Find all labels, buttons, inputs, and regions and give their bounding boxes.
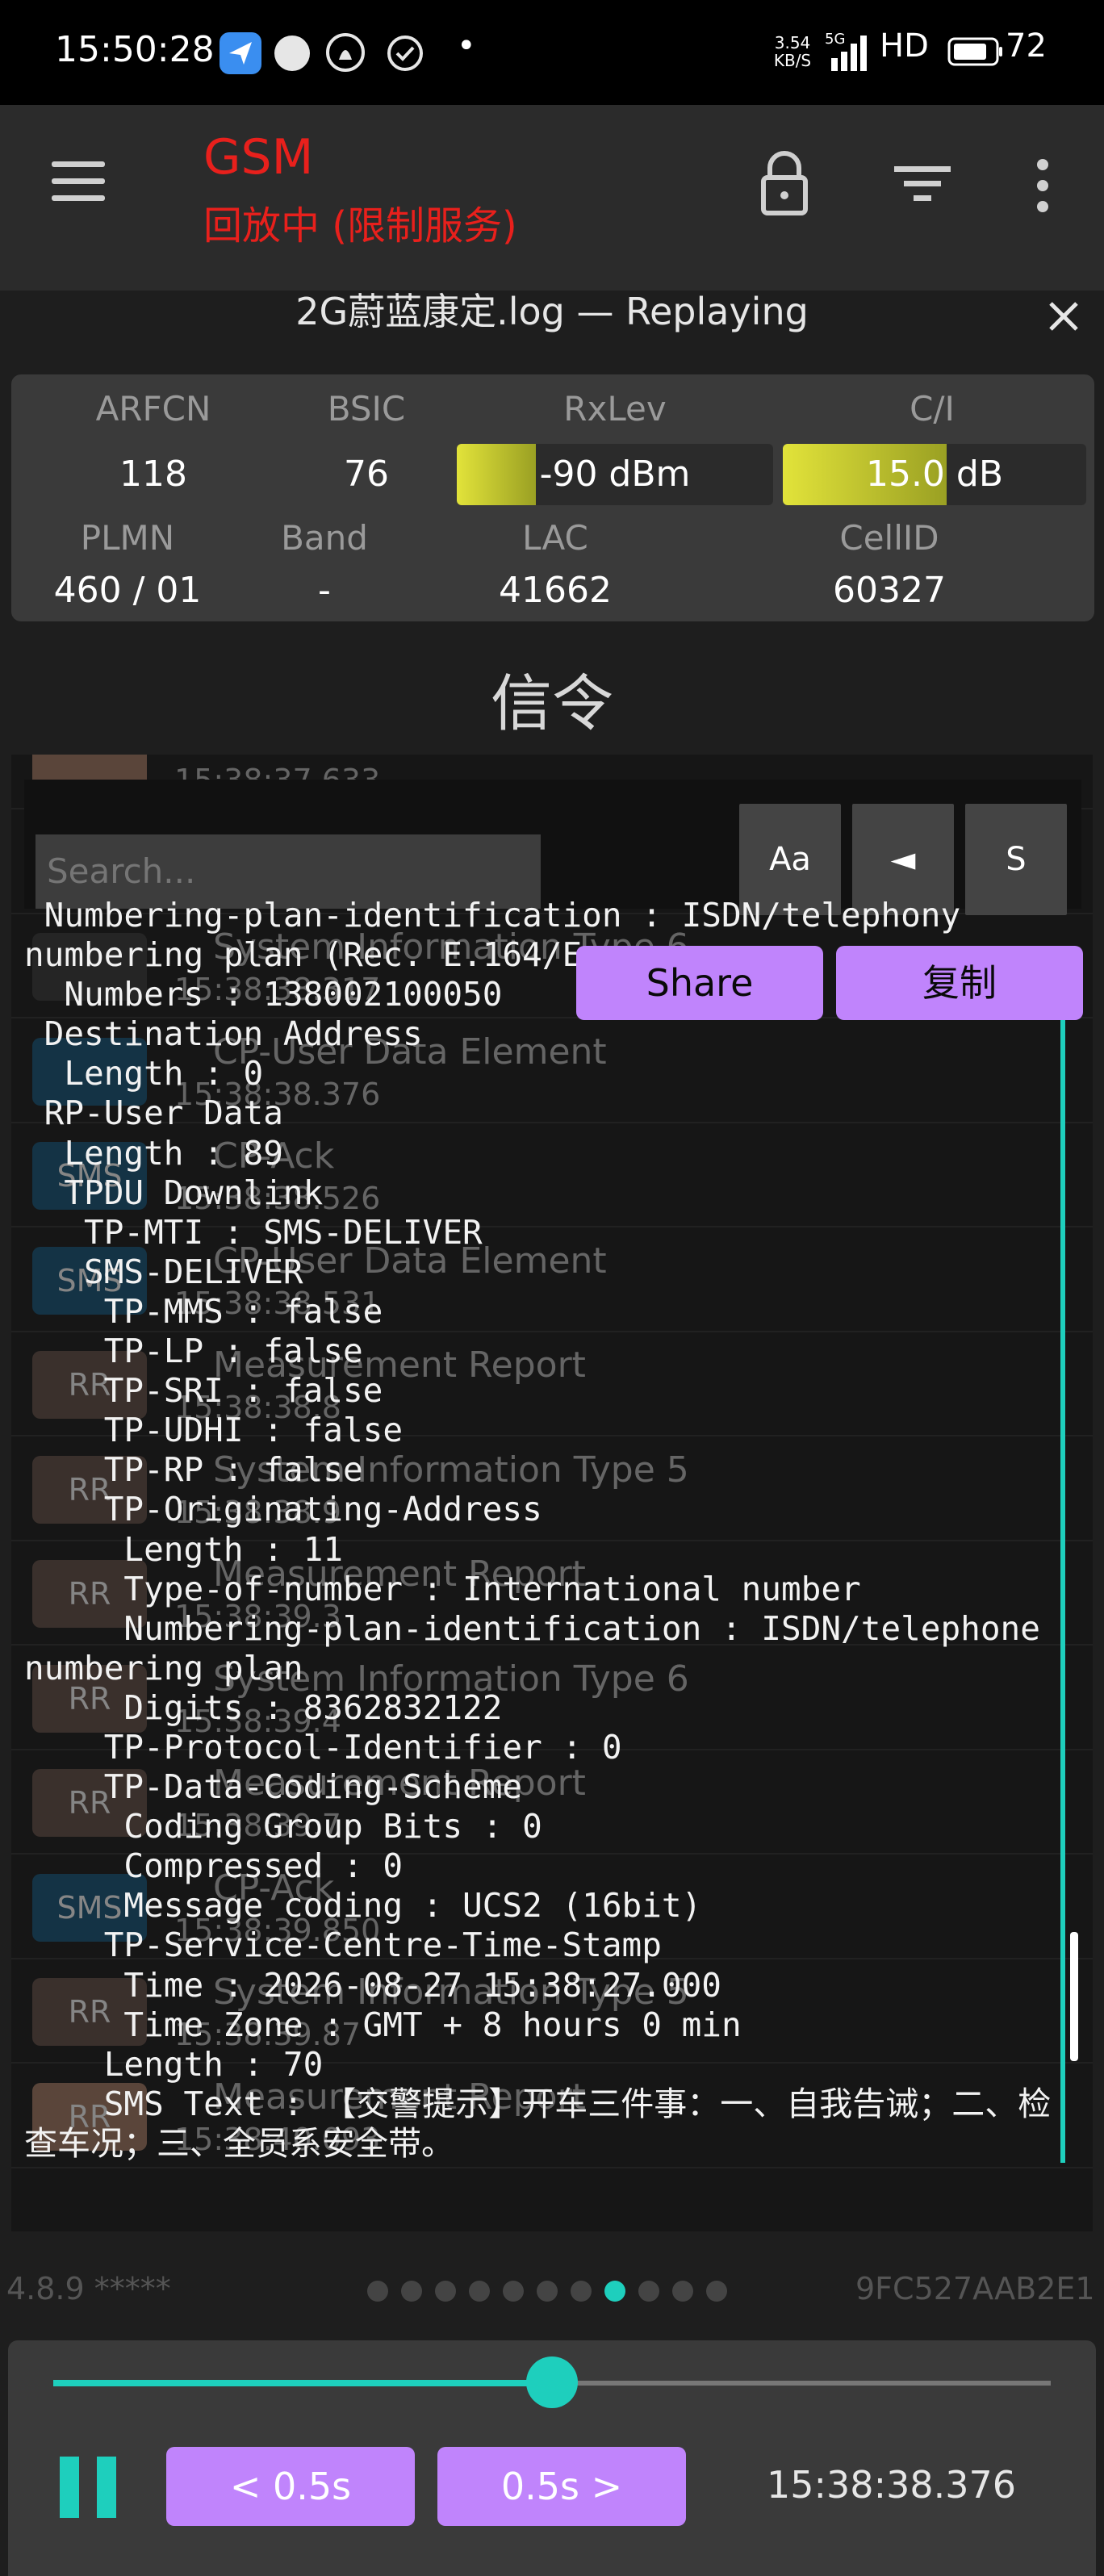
menu-icon[interactable]	[52, 161, 105, 202]
net-speed-unit: KB/S	[773, 51, 812, 70]
copy-button[interactable]: 复制	[836, 946, 1083, 1020]
lock-icon[interactable]	[760, 148, 809, 216]
net-speed-value: 3.54	[774, 33, 811, 52]
page-dot[interactable]	[435, 2281, 456, 2302]
detail-line: Type-of-number : International number	[24, 1569, 861, 1608]
scrollbar-thumb[interactable]	[1070, 1932, 1078, 2061]
status-bar: 15:50:28 • 3.54 KB/S 5G HD 72	[0, 0, 1104, 105]
detail-line: SMS Text : 【交警提示】开车三件事：一、自我告诫；二、检	[24, 2084, 1052, 2123]
detail-line: Numbering-plan-identification : ISDN/tel…	[24, 1608, 1040, 1648]
detail-line: Length : 89	[24, 1133, 283, 1173]
detail-line: TP-Service-Centre-Time-Stamp	[24, 1926, 662, 1965]
app-title: GSM	[203, 129, 314, 186]
rxlev-meter: -90 dBm	[457, 444, 773, 505]
detail-line: TP-LP : false	[24, 1332, 363, 1371]
lac-value: 41662	[499, 570, 612, 611]
detail-line: SMS-DELIVER	[24, 1252, 303, 1291]
detail-line: Time : 2026-08-27 15:38:27.000	[24, 1965, 721, 2005]
seek-progress	[53, 2380, 552, 2386]
bsic-value: 76	[344, 454, 389, 495]
seek-knob[interactable]	[526, 2356, 578, 2408]
step-back-button[interactable]: < 0.5s	[166, 2447, 415, 2526]
detail-line: numbering plan	[24, 1648, 303, 1687]
detail-line: Digits : 8362832122	[24, 1687, 503, 1727]
rxlev-label: RxLev	[563, 389, 667, 429]
pause-icon[interactable]	[60, 2457, 116, 2518]
network-type: 5G	[825, 31, 846, 48]
detail-line: Message coding : UCS2 (16bit)	[24, 1886, 702, 1926]
device-hash: 9FC527AAB2E1	[855, 2271, 1095, 2306]
detail-line: Length : 70	[24, 2044, 324, 2084]
message-bubble-icon	[274, 36, 310, 71]
detail-line: RP-User Data	[24, 1094, 283, 1133]
page-dot[interactable]	[367, 2281, 388, 2302]
detail-line: Compressed : 0	[24, 1846, 403, 1886]
app-version: 4.8.9 *****	[6, 2271, 171, 2306]
detail-line: TPDU Downlink	[24, 1173, 324, 1212]
selection-handle-bar[interactable]	[1060, 1020, 1065, 2163]
status-time: 15:50:28	[55, 29, 215, 70]
playback-time: 15:38:38.376	[767, 2463, 1017, 2507]
detail-line: Length : 0	[24, 1054, 264, 1094]
hd-indicator: HD	[880, 27, 929, 65]
signal-icon: 5G	[825, 31, 870, 73]
detail-line: TP-RP : false	[24, 1450, 363, 1490]
rxlev-value: -90 dBm	[539, 454, 691, 495]
battery-icon	[947, 37, 1004, 66]
detail-line: TP-MMS : false	[24, 1291, 383, 1331]
detail-line: 查车况；三、全员系安全带。	[24, 2123, 454, 2163]
detail-line: Destination Address	[24, 1014, 423, 1054]
battery-percent: 72	[1006, 27, 1047, 65]
detail-line: TP-UDHI : false	[24, 1411, 403, 1450]
page-dot[interactable]	[503, 2281, 524, 2302]
message-detail-text: Numbering-plan-identification : ISDN/tel…	[24, 896, 1073, 2163]
page-dot[interactable]	[537, 2281, 558, 2302]
step-forward-button[interactable]: 0.5s >	[437, 2447, 686, 2526]
signaling-section-title: 信令	[491, 667, 613, 739]
cellid-label: CellID	[839, 518, 939, 558]
detail-line: TP-Protocol-Identifier : 0	[24, 1727, 622, 1767]
band-value: -	[318, 570, 331, 611]
detail-line: TP-MTI : SMS-DELIVER	[24, 1212, 483, 1252]
detail-line: Time Zone : GMT + 8 hours 0 min	[24, 2005, 742, 2044]
plmn-value: 460 / 01	[53, 570, 202, 611]
share-button[interactable]: Share	[576, 946, 823, 1020]
arfcn-value: 118	[119, 454, 187, 495]
detail-line: TP-Originating-Address	[24, 1490, 542, 1529]
filter-icon[interactable]	[894, 165, 951, 203]
cellid-value: 60327	[833, 570, 946, 611]
detail-line: Length : 11	[24, 1529, 343, 1569]
net-speed: 3.54 KB/S	[768, 34, 817, 69]
detail-line: Numbering-plan-identification : ISDN/tel…	[24, 896, 961, 935]
replay-title: 2G蔚蓝康定.log — Replaying	[295, 290, 809, 333]
page-dot[interactable]	[672, 2281, 693, 2302]
arfcn-label: ARFCN	[95, 389, 211, 429]
navigation-app-icon	[220, 32, 261, 74]
detail-line: TP-SRI : false	[24, 1371, 383, 1411]
page-dot[interactable]	[571, 2281, 592, 2302]
check-circle-icon	[386, 34, 424, 73]
plmn-label: PLMN	[80, 518, 175, 558]
status-dot: •	[457, 27, 476, 65]
close-icon[interactable]	[1039, 292, 1088, 341]
page-dot[interactable]	[469, 2281, 490, 2302]
page-dot[interactable]	[706, 2281, 727, 2302]
page-dot[interactable]	[638, 2281, 659, 2302]
more-options-icon[interactable]	[1033, 158, 1052, 213]
page-dot[interactable]	[401, 2281, 422, 2302]
notification-app-icon	[326, 32, 365, 73]
app-subtitle: 回放中 (限制服务)	[203, 203, 517, 249]
detail-line: TP-Data-Coding-Scheme	[24, 1767, 523, 1807]
band-label: Band	[281, 518, 368, 558]
ci-value: 15.0 dB	[865, 454, 1004, 495]
ci-meter: 15.0 dB	[783, 444, 1086, 505]
detail-line: Coding Group Bits : 0	[24, 1807, 542, 1846]
page-dot-active[interactable]	[604, 2281, 625, 2302]
bsic-label: BSIC	[327, 389, 406, 429]
ci-label: C/I	[910, 389, 955, 429]
lac-label: LAC	[522, 518, 588, 558]
